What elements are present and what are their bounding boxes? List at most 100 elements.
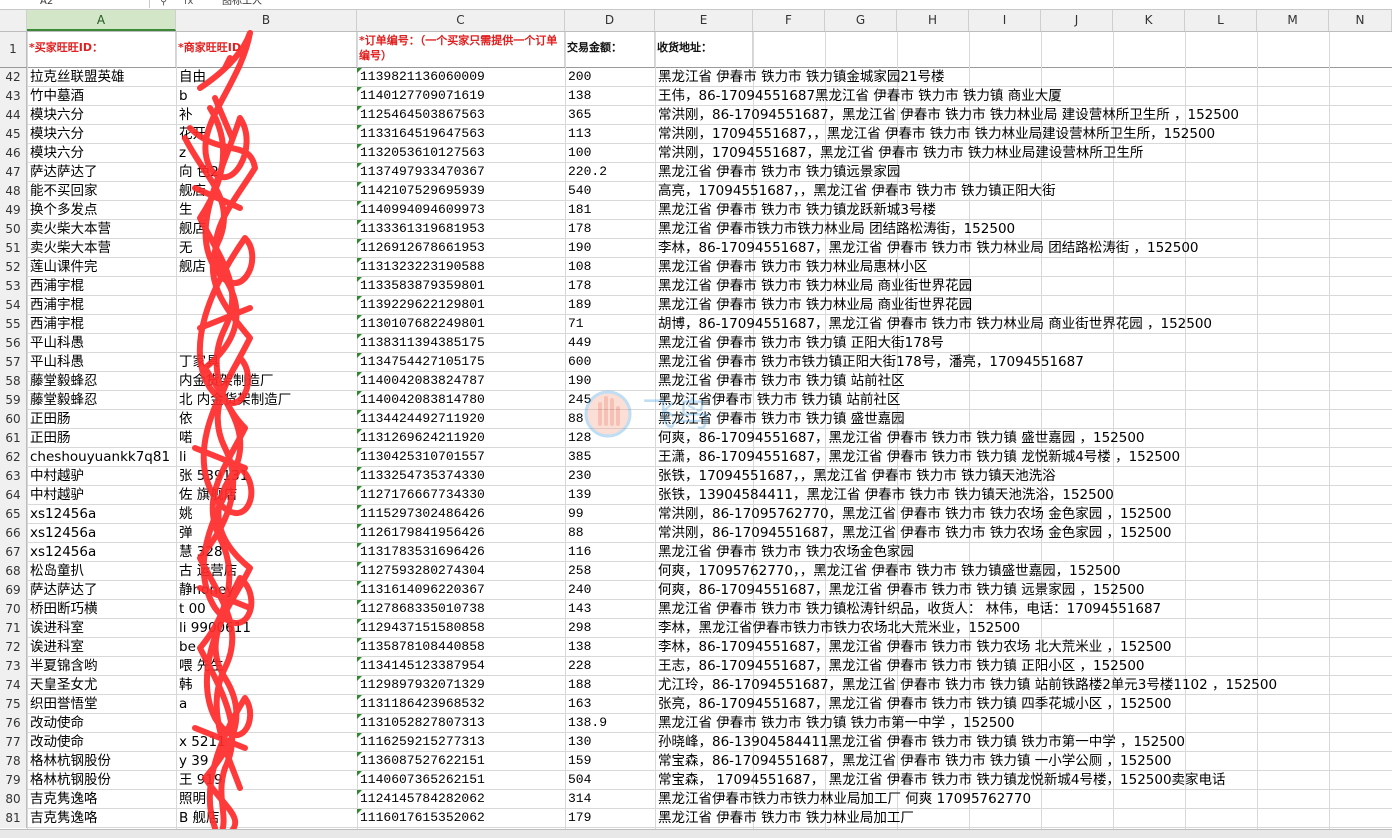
row-number[interactable]: 58 [0,372,27,391]
row-number[interactable]: 60 [0,410,27,429]
cell-seller-id[interactable]: 补 [176,106,357,124]
column-header-n[interactable]: N [1329,10,1392,31]
cell-seller-id[interactable]: 照明 [176,790,357,808]
cell-address[interactable]: 黑龙江省 伊春市 铁力市 铁力镇远景家园 [655,163,1392,181]
cell-buyer-id[interactable]: 模块六分 [27,125,176,143]
cell-seller-id[interactable]: 内金货架制造厂 [176,372,357,390]
cell-order-no[interactable]: 1126912678661953 [357,239,565,257]
cell-order-no[interactable]: 1140042083814780 [357,391,565,409]
cell-address[interactable]: 李林，86-17094551687，黑龙江省 伊春市 铁力市 铁力林业局 团结路… [655,239,1392,257]
cell-order-no[interactable]: 1126179841956426 [357,524,565,542]
cell-buyer-id[interactable]: 正田肠 [27,410,176,428]
cell-buyer-id[interactable]: 西浦宇棍 [27,315,176,333]
cell-address[interactable]: 常宝森，86-17094551687，黑龙江省 伊春市 铁力市 铁力镇 一小学公… [655,752,1392,770]
cell-amount[interactable]: 108 [565,258,655,276]
cell-seller-id[interactable] [176,315,357,333]
row-number[interactable]: 44 [0,106,27,125]
cell-order-no[interactable]: 1131783531696426 [357,543,565,561]
select-all-corner[interactable] [0,10,27,31]
header-address[interactable]: 收货地址： [655,32,753,67]
cell-address[interactable]: 黑龙江省 伊春市 铁力市 铁力镇 站前社区 [655,372,1392,390]
cell-amount[interactable]: 600 [565,353,655,371]
cell-amount[interactable]: 258 [565,562,655,580]
cell-address[interactable]: 黑龙江省 伊春市 铁力市 铁力镇松涛针织品，收货人： 林伟，电话：1709455… [655,600,1392,618]
cell-seller-id[interactable]: y 39 [176,752,357,770]
cell-seller-id[interactable]: 丁家具 [176,353,357,371]
cell-seller-id[interactable]: 自由 [176,68,357,86]
row-number[interactable]: 56 [0,334,27,353]
cell-address[interactable]: 黑龙江省 伊春市 铁力市 铁力镇 正阳大街178号 [655,334,1392,352]
cell-amount[interactable]: 220.2 [565,163,655,181]
header-order-no[interactable]: *订单编号：（一个买家只需提供一个订单编号） [357,32,565,67]
row-number[interactable]: 78 [0,752,27,771]
cell-order-no[interactable]: 1131269624211920 [357,429,565,447]
cell-order-no[interactable]: 1138311394385175 [357,334,565,352]
column-header-k[interactable]: K [1113,10,1185,31]
cell-seller-id[interactable]: 生 [176,201,357,219]
cell-amount[interactable]: 178 [565,220,655,238]
zoom-icon[interactable]: ⚲ [160,0,167,8]
row-number[interactable]: 66 [0,524,27,543]
cell-amount[interactable]: 188 [565,676,655,694]
cell-amount[interactable]: 540 [565,182,655,200]
cell-seller-id[interactable]: t 00 [176,600,357,618]
cell-address[interactable]: 张铁，17094551687，，黑龙江省 伊春市 铁力市 铁力镇天池洗浴 [655,467,1392,485]
cell-seller-id[interactable]: x 5211 [176,733,357,751]
row-number[interactable]: 67 [0,543,27,562]
cell-address[interactable]: 黑龙江省伊春市 铁力市 铁力镇 站前社区 [655,391,1392,409]
cell-order-no[interactable]: 1132053610127563 [357,144,565,162]
header-amount[interactable]: 交易金额： [565,32,655,67]
cell-buyer-id[interactable]: 半夏锦含哟 [27,657,176,675]
cell-address[interactable]: 黑龙江省 伊春市 铁力市 铁力镇龙跃新城3号楼 [655,201,1392,219]
cell-amount[interactable]: 298 [565,619,655,637]
cell-buyer-id[interactable]: 平山科愚 [27,353,176,371]
row-number[interactable]: 77 [0,733,27,752]
cell-address[interactable]: 李林，黑龙江省伊春市铁力市铁力农场北大荒米业，152500 [655,619,1392,637]
cell-order-no[interactable]: 1139229622129801 [357,296,565,314]
cell-buyer-id[interactable]: xs12456a [27,524,176,542]
cell-seller-id[interactable]: 无 [176,239,357,257]
cell-amount[interactable]: 314 [565,790,655,808]
cell-order-no[interactable]: 1140042083824787 [357,372,565,390]
row-number[interactable]: 64 [0,486,27,505]
cell-address[interactable]: 黑龙江省 伊春市 铁力市铁力镇正阳大街178号，潘亮，17094551687 [655,353,1392,371]
fx-icon[interactable]: fx [184,0,193,8]
row-number[interactable]: 76 [0,714,27,733]
cell-buyer-id[interactable]: 吉克隽逸咯 [27,809,176,827]
cell-amount[interactable]: 138.9 [565,714,655,732]
cell-seller-id[interactable]: 喏 [176,429,357,447]
cell-amount[interactable]: 365 [565,106,655,124]
cell-order-no[interactable]: 1130107682249801 [357,315,565,333]
row-number[interactable]: 47 [0,163,27,182]
cell-amount[interactable]: 179 [565,809,655,827]
cell-buyer-id[interactable]: 西浦宇棍 [27,277,176,295]
column-header-a[interactable]: A [27,10,176,31]
cell-buyer-id[interactable]: 织田誉悟堂 [27,695,176,713]
formula-input[interactable]: 图标工人 [222,0,262,8]
cell-amount[interactable]: 138 [565,638,655,656]
row-number[interactable]: 43 [0,87,27,106]
row-number[interactable]: 68 [0,562,27,581]
row-number[interactable]: 52 [0,258,27,277]
cell-amount[interactable]: 181 [565,201,655,219]
cell-address[interactable]: 黑龙江省 伊春市铁力市铁力林业局 团结路松涛街，152500 [655,220,1392,238]
cell-buyer-id[interactable]: 藤堂毅蜂忍 [27,391,176,409]
row-number[interactable]: 48 [0,182,27,201]
cell-order-no[interactable]: 1131052827807313 [357,714,565,732]
cell-seller-id[interactable]: li [176,448,357,466]
row-number[interactable]: 45 [0,125,27,144]
cell-amount[interactable]: 385 [565,448,655,466]
cell-address[interactable]: 黑龙江省 伊春市 铁力市 铁力镇 铁力市第一中学 ，152500 [655,714,1392,732]
cell-amount[interactable]: 189 [565,296,655,314]
row-number[interactable]: 79 [0,771,27,790]
cell-order-no[interactable]: 1135878108440858 [357,638,565,656]
cell-buyer-id[interactable]: 萨达萨达了 [27,163,176,181]
cell-buyer-id[interactable]: 竹中墓酒 [27,87,176,105]
cell-seller-id[interactable]: 舰店 [176,182,357,200]
cell-order-no[interactable]: 1116017615352062 [357,809,565,827]
cell-seller-id[interactable]: 依 [176,410,357,428]
row-number[interactable]: 63 [0,467,27,486]
cell-address[interactable]: 高亮，17094551687，，黑龙江省 伊春市 铁力市 铁力镇正阳大街 [655,182,1392,200]
cell-buyer-id[interactable]: 正田肠 [27,429,176,447]
cell-buyer-id[interactable]: 模块六分 [27,106,176,124]
